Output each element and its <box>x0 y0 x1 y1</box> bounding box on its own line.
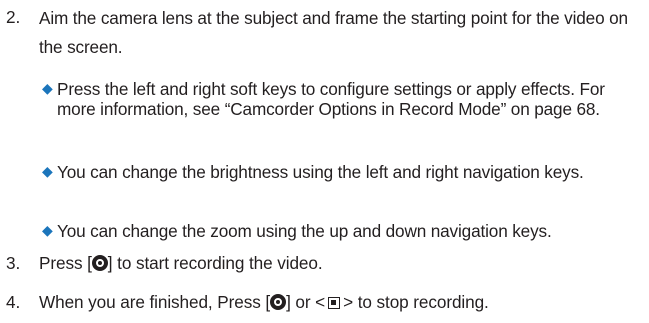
step-4: 4. When you are finished, Press [ ] or < > … <box>6 289 489 316</box>
step-4-number: 4. <box>6 292 21 312</box>
list-item: ◆ You can change the zoom using the up a… <box>42 221 612 241</box>
step-3: 3. Press [ ] to start recording the video. <box>6 250 323 277</box>
ok-key-icon <box>91 255 108 271</box>
diamond-bullet-icon: ◆ <box>42 81 53 97</box>
bullet-text: You can change the zoom using the up and… <box>57 221 552 241</box>
step-2-number: 2. <box>6 7 21 27</box>
step-2-text: Aim the camera lens at the subject and f… <box>39 8 628 57</box>
step-3-text-after: ] to start recording the video. <box>107 253 323 273</box>
bullet-text: You can change the brightness using the … <box>57 162 584 182</box>
step-4-text-middle: ] or < <box>286 292 326 312</box>
step-4-text-after: > to stop recording. <box>343 292 489 312</box>
bullet-text: Press the left and right soft keys to co… <box>57 79 605 119</box>
step-3-number: 3. <box>6 253 21 273</box>
step-4-text-before: When you are finished, Press [ <box>39 292 271 312</box>
diamond-bullet-icon: ◆ <box>42 223 53 239</box>
ok-key-icon <box>270 294 287 310</box>
step-3-text-before: Press [ <box>39 253 92 273</box>
list-item: ◆ You can change the brightness using th… <box>42 162 612 182</box>
soft-key-icon <box>328 297 341 309</box>
manual-page: 2. Aim the camera lens at the subject an… <box>0 0 649 323</box>
list-item: ◆ Press the left and right soft keys to … <box>42 79 612 119</box>
diamond-bullet-icon: ◆ <box>42 164 53 180</box>
